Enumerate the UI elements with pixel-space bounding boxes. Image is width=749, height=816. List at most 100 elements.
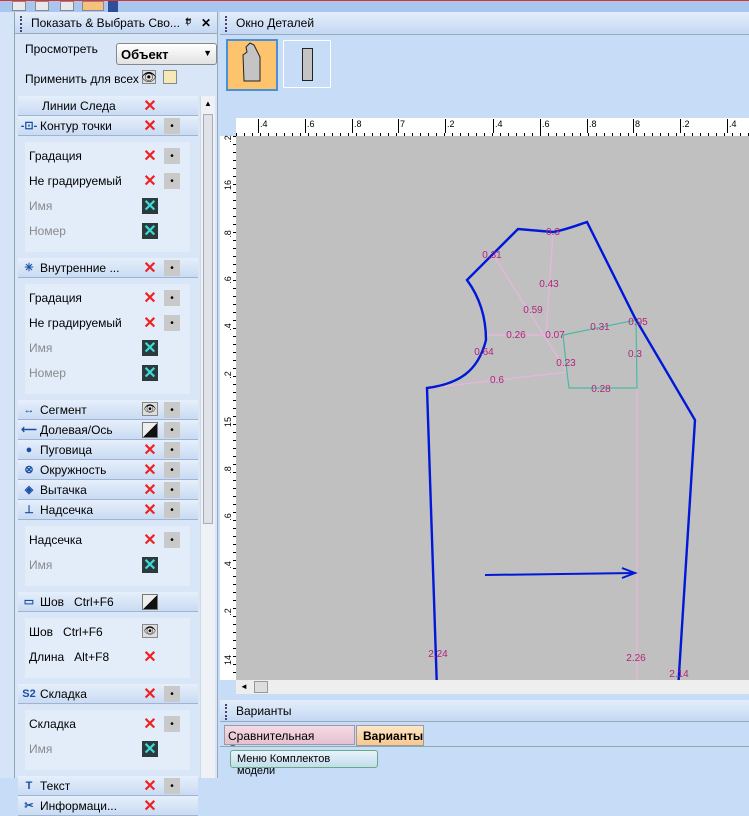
- circle-icon: ⊗: [24, 464, 34, 476]
- property-group-header[interactable]: ▭ Шов Ctrl+F6: [18, 592, 198, 612]
- hidden-x-icon[interactable]: ✕: [142, 148, 158, 165]
- select-dot-toggle[interactable]: •: [164, 482, 180, 498]
- model-sets-menu-button[interactable]: Меню Комплектов модели: [230, 750, 378, 777]
- grip-icon[interactable]: [225, 704, 227, 720]
- eye-icon[interactable]: 👁: [142, 624, 158, 638]
- property-item: Градация: [29, 288, 82, 308]
- disabled-x-icon[interactable]: ✕: [142, 223, 158, 240]
- scrollbar-thumb[interactable]: [254, 681, 268, 693]
- hidden-x-icon[interactable]: ✕: [142, 649, 158, 666]
- eye-icon[interactable]: 👁: [142, 402, 158, 416]
- select-dot-toggle[interactable]: •: [164, 778, 180, 794]
- ruler-tick-label: .8: [223, 466, 233, 474]
- property-group-header[interactable]: ✳ Внутренние ... ✕ •: [18, 258, 198, 278]
- info-icon: ✂: [24, 800, 34, 812]
- piece-thumbnail[interactable]: [283, 40, 331, 88]
- pattern-canvas[interactable]: 0.31 0.3 0.43 0.59 0.26 0.07 0.31 0.95 0.64 0.23 0…: [236, 136, 749, 691]
- scroll-left-icon[interactable]: ◄: [240, 682, 248, 691]
- select-dot-toggle[interactable]: •: [164, 260, 180, 276]
- lock-icon[interactable]: [163, 70, 177, 84]
- select-dot-toggle[interactable]: •: [164, 716, 180, 732]
- partial-visibility-icon[interactable]: [142, 422, 158, 438]
- grainline-icon: ⟵: [21, 424, 37, 436]
- hidden-x-icon[interactable]: ✕: [142, 173, 158, 190]
- disabled-x-icon[interactable]: ✕: [142, 340, 158, 357]
- disabled-x-icon[interactable]: ✕: [142, 198, 158, 215]
- hidden-x-icon[interactable]: ✕: [142, 502, 158, 519]
- property-item: Имя: [29, 739, 52, 759]
- vertical-ruler: .2 16 .8 .6 .4 .2 15 .8 .6 .4 .2 14: [220, 135, 236, 680]
- tab-comparative-length[interactable]: Сравнительная Длина: [224, 725, 355, 757]
- measurement-label: 0.23: [556, 358, 576, 369]
- select-dot-toggle[interactable]: •: [164, 148, 180, 164]
- close-icon[interactable]: ✕: [201, 16, 211, 30]
- toolbar-icon[interactable]: [12, 1, 26, 11]
- hidden-x-icon[interactable]: ✕: [142, 290, 158, 307]
- disabled-x-icon[interactable]: ✕: [142, 741, 158, 758]
- toolbar-overflow-icon[interactable]: [108, 1, 118, 12]
- property-group-header[interactable]: ● Пуговица ✕ •: [18, 440, 198, 460]
- property-group-header[interactable]: Линии Следа ✕: [18, 96, 198, 116]
- property-group-header[interactable]: ⊥ Надсечка ✕ •: [18, 500, 198, 520]
- view-select[interactable]: Объект ▼: [116, 43, 217, 65]
- property-group-header[interactable]: ✂ Информаци... ✕: [18, 796, 198, 816]
- canvas-horizontal-scrollbar[interactable]: ◄: [236, 680, 749, 694]
- toolbar-icon-active[interactable]: [82, 1, 104, 11]
- select-dot-toggle[interactable]: •: [164, 442, 180, 458]
- pin-icon[interactable]: ‡: [185, 17, 191, 28]
- grip-icon[interactable]: [20, 16, 22, 32]
- scrollbar-thumb[interactable]: [203, 114, 213, 524]
- property-group-header[interactable]: ↔ Сегмент 👁 •: [18, 400, 198, 420]
- select-dot-toggle[interactable]: •: [164, 686, 180, 702]
- button-label: Меню Комплектов модели: [237, 753, 331, 777]
- group-label: Информаци...: [40, 798, 117, 813]
- select-dot-toggle[interactable]: •: [164, 462, 180, 478]
- tab-variants[interactable]: Варианты: [356, 725, 424, 746]
- property-label: Градация: [29, 149, 82, 163]
- property-group-header[interactable]: ◈ Вытачка ✕ •: [18, 480, 198, 500]
- hidden-x-icon[interactable]: ✕: [142, 98, 158, 115]
- hidden-x-icon[interactable]: ✕: [142, 482, 158, 499]
- hidden-x-icon[interactable]: ✕: [142, 315, 158, 332]
- hidden-x-icon[interactable]: ✕: [142, 778, 158, 795]
- grip-icon[interactable]: [225, 16, 227, 32]
- hidden-x-icon[interactable]: ✕: [142, 442, 158, 459]
- property-group-header[interactable]: T Текст ✕ •: [18, 776, 198, 796]
- property-item: Складка: [29, 714, 76, 734]
- hidden-x-icon[interactable]: ✕: [142, 462, 158, 479]
- select-dot-toggle[interactable]: •: [164, 422, 180, 438]
- group-label: Внутренние ...: [40, 260, 120, 275]
- select-dot-toggle[interactable]: •: [164, 290, 180, 306]
- ruler-tick-label: 15: [223, 417, 233, 428]
- partial-visibility-icon[interactable]: [142, 594, 158, 610]
- group-label: Контур точки: [40, 118, 112, 133]
- hidden-x-icon[interactable]: ✕: [142, 686, 158, 703]
- hidden-x-icon[interactable]: ✕: [142, 118, 158, 135]
- select-dot-toggle[interactable]: •: [164, 502, 180, 518]
- toolbar-icon[interactable]: [60, 1, 74, 11]
- eye-icon[interactable]: 👁: [141, 70, 157, 84]
- hidden-x-icon[interactable]: ✕: [142, 798, 158, 815]
- disabled-x-icon[interactable]: ✕: [142, 365, 158, 382]
- toolbar-icon[interactable]: [35, 1, 49, 11]
- measurement-label: 0.64: [474, 347, 494, 358]
- hidden-x-icon[interactable]: ✕: [142, 532, 158, 549]
- panel-scrollbar[interactable]: ▲: [200, 96, 215, 778]
- select-dot-toggle[interactable]: •: [164, 118, 180, 134]
- select-dot-toggle[interactable]: •: [164, 315, 180, 331]
- select-dot-toggle[interactable]: •: [164, 402, 180, 418]
- piece-thumbnail-selected[interactable]: [226, 39, 278, 91]
- property-group-header[interactable]: Ѕ2 Складка ✕ •: [18, 684, 198, 704]
- property-group-header[interactable]: -⊡- Контур точки ✕ •: [18, 116, 198, 136]
- hidden-x-icon[interactable]: ✕: [142, 716, 158, 733]
- scroll-up-icon[interactable]: ▲: [204, 99, 212, 108]
- disabled-x-icon[interactable]: ✕: [142, 557, 158, 574]
- property-group-header[interactable]: ⊗ Окружность ✕ •: [18, 460, 198, 480]
- seam-icon: ▭: [23, 596, 35, 608]
- select-dot-toggle[interactable]: •: [164, 532, 180, 548]
- ruler-tick-label: .8: [352, 119, 362, 133]
- hidden-x-icon[interactable]: ✕: [142, 260, 158, 277]
- ruler-tick-label: .2: [680, 119, 690, 133]
- select-dot-toggle[interactable]: •: [164, 173, 180, 189]
- property-group-header[interactable]: ⟵ Долевая/Ось •: [18, 420, 198, 440]
